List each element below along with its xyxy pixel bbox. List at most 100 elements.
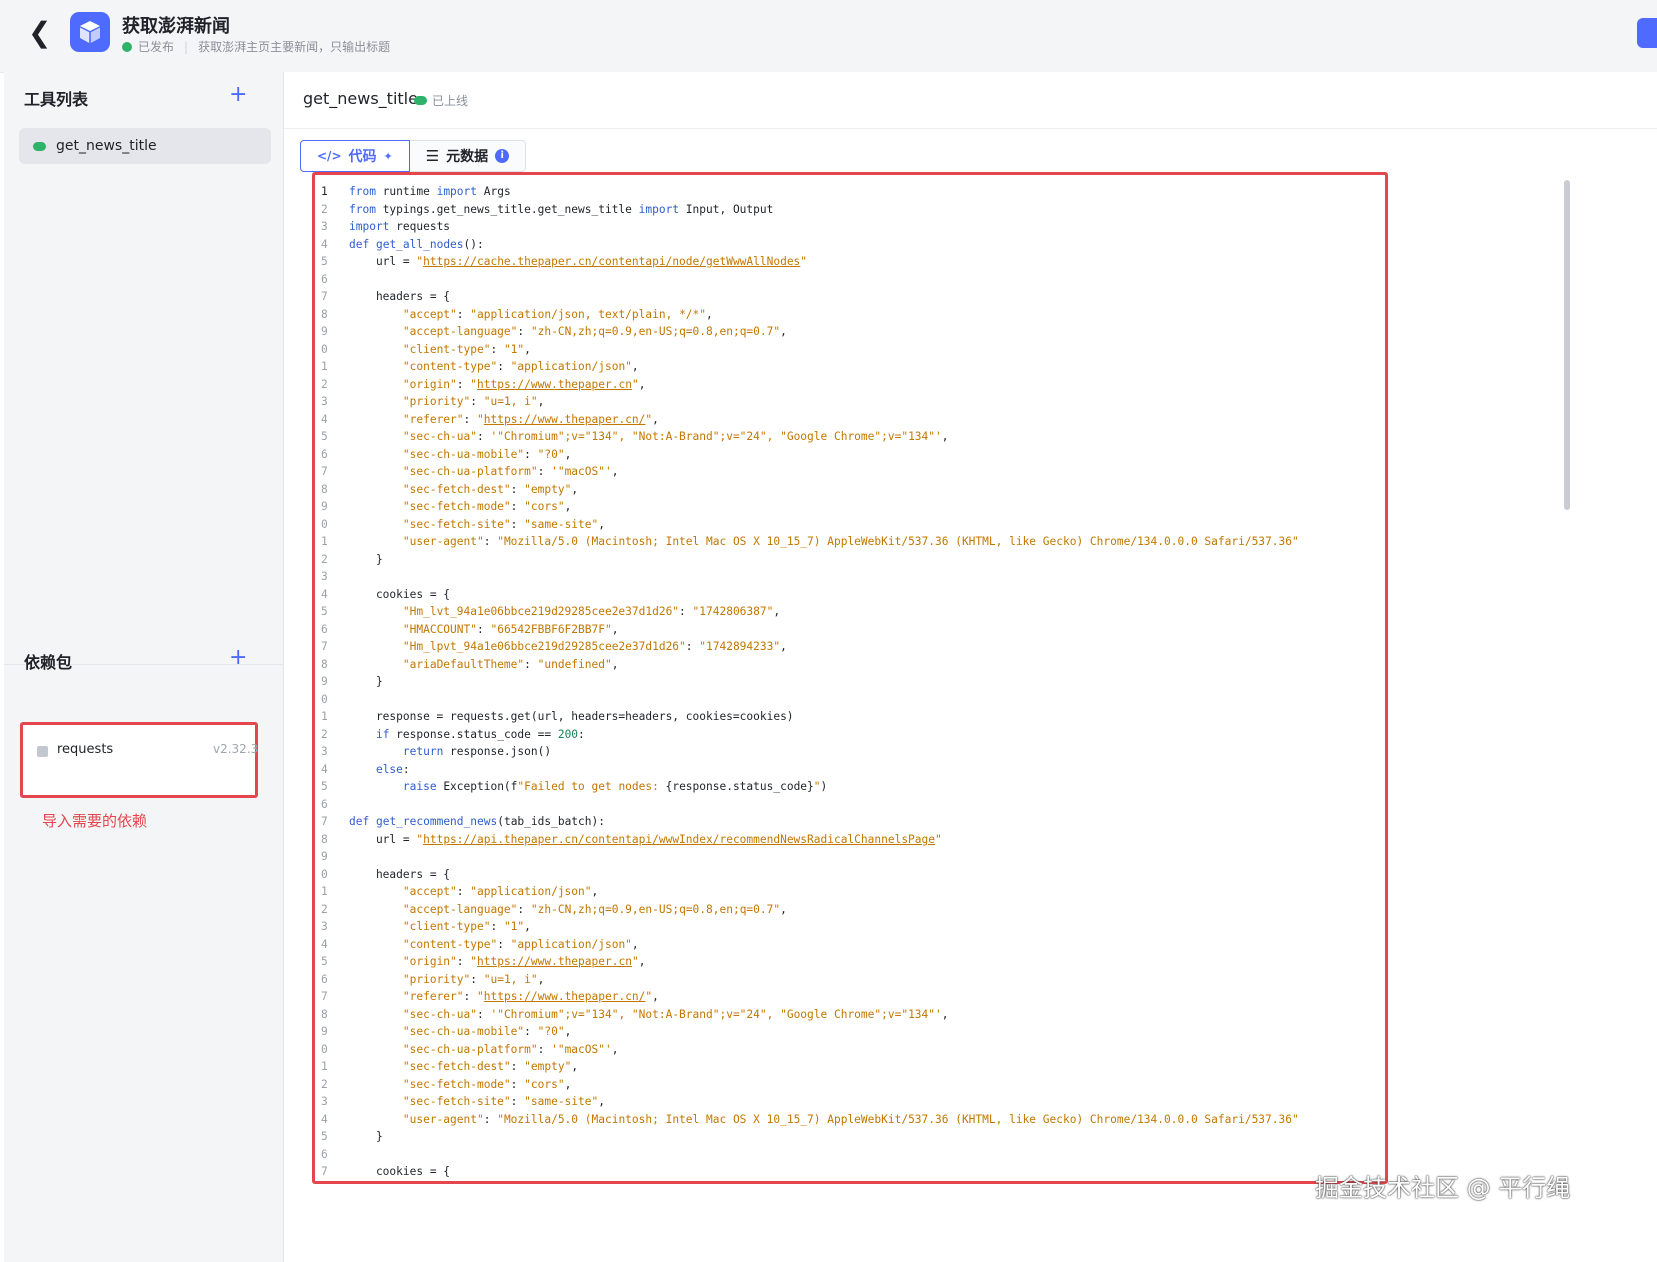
- code-string: "u=1, i": [483, 395, 538, 408]
- code-text: ,: [571, 482, 579, 496]
- tab-code[interactable]: </> 代码 ✦: [300, 140, 410, 172]
- code-line: 3 import requests: [315, 218, 1299, 236]
- code-string: ": [935, 832, 942, 846]
- code-text: :: [524, 1025, 538, 1038]
- line-number: 1: [321, 185, 328, 198]
- code-string: "sec-fetch-mode": [402, 1077, 511, 1091]
- package-icon: [37, 746, 48, 757]
- code-string: "Failed to get nodes:: [517, 780, 666, 793]
- line-content: }: [349, 673, 383, 691]
- code-text: ,: [598, 517, 605, 531]
- line-number: 3: [321, 395, 328, 408]
- code-line: 2 "origin": "https://www.thepaper.cn",: [315, 376, 1299, 394]
- line-number: 0: [321, 692, 328, 706]
- code-text: ,: [652, 412, 659, 426]
- code-string: "sec-fetch-mode": [402, 500, 511, 513]
- code-text: ,: [571, 1060, 579, 1073]
- line-number: 5: [321, 955, 328, 968]
- vertical-scrollbar[interactable]: [1564, 180, 1570, 510]
- code-string: "Mozilla/5.0 (Macintosh; Intel Mac OS X …: [497, 1112, 1299, 1126]
- code-line: 4 cookies = {: [315, 586, 1299, 604]
- code-string: ": [813, 780, 821, 793]
- tool-item-get-news-title[interactable]: get_news_title: [19, 128, 271, 164]
- code-string: "accept-language": [402, 902, 518, 916]
- code-line: 1 from runtime import Args: [315, 183, 1299, 201]
- code-text: :: [483, 535, 498, 548]
- code-string: "sec-ch-ua-platform": [402, 465, 538, 478]
- line-content: cookies = {: [349, 1163, 450, 1181]
- code-line: 2 "sec-fetch-mode": "cors",: [315, 1076, 1299, 1094]
- add-tool-plus-icon[interactable]: +: [229, 84, 247, 106]
- line-content: def get_recommend_news(tab_ids_batch):: [349, 813, 605, 831]
- code-line: 6: [315, 796, 1299, 814]
- code-line: 2 "accept-language": "zh-CN,zh;q=0.9,en-…: [315, 901, 1299, 919]
- code-string: "origin": [402, 955, 457, 968]
- code-text: :: [578, 727, 585, 741]
- code-url[interactable]: https://www.thepaper.cn: [477, 955, 632, 968]
- code-string: "1742806387": [692, 605, 774, 618]
- code-line: 2 }: [315, 551, 1299, 569]
- code-url[interactable]: https://cache.thepaper.cn/contentapi/nod…: [423, 255, 800, 268]
- line-number: 9: [321, 675, 328, 688]
- code-string: '"Chromium";v="134", "Not:A-Brand";v="24…: [490, 430, 942, 443]
- add-dependency-plus-icon[interactable]: +: [229, 647, 247, 669]
- line-content: "sec-ch-ua": '"Chromium";v="134", "Not:A…: [349, 1006, 949, 1024]
- code-string: "empty": [524, 482, 572, 496]
- online-status-label: 已上线: [432, 94, 469, 108]
- tab-metadata[interactable]: ☰ 元数据 i: [409, 140, 527, 172]
- code-editor[interactable]: 1 from runtime import Args 2 from typings.g…: [312, 172, 1388, 1184]
- line-content: "Hm_lvt_94a1e06bbce219d29285cee2e37d1d26…: [349, 1181, 780, 1185]
- line-number: 5: [321, 430, 328, 443]
- code-string: "sec-ch-ua-platform": [402, 1042, 538, 1056]
- code-keyword: raise: [402, 780, 437, 793]
- code-text: typings.get_news_title.get_news_title: [375, 202, 639, 216]
- code-text: :: [510, 1095, 525, 1108]
- code-line: 4 "user-agent": "Mozilla/5.0 (Macintosh;…: [315, 1111, 1299, 1129]
- code-text: ,: [773, 605, 781, 618]
- code-line: 1 "accept": "application/json",: [315, 883, 1299, 901]
- code-line: 5 raise Exception(f"Failed to get nodes:…: [315, 778, 1299, 796]
- code-line: 7 cookies = {: [315, 1163, 1299, 1181]
- line-content: return response.json(): [349, 743, 551, 761]
- code-url[interactable]: https://www.thepaper.cn/: [484, 413, 646, 426]
- code-text: response = requests.get(url, headers=hea…: [349, 710, 794, 723]
- code-string: ": [800, 255, 808, 268]
- code-line: 9: [315, 848, 1299, 866]
- code-string: "u=1, i": [483, 972, 538, 986]
- line-content: "user-agent": "Mozilla/5.0 (Macintosh; I…: [349, 533, 1299, 551]
- code-url[interactable]: https://api.thepaper.cn/contentapi/wwwIn…: [423, 833, 935, 846]
- code-text: cookies = {: [349, 587, 451, 601]
- code-string: "sec-fetch-dest": [402, 482, 511, 496]
- code-text: ): [820, 780, 828, 793]
- code-line: 9 }: [315, 673, 1299, 691]
- back-arrow-icon[interactable]: ❮: [28, 18, 58, 48]
- code-text: runtime: [375, 185, 437, 198]
- code-string: "sec-ch-ua": [402, 430, 477, 443]
- code-url[interactable]: https://www.thepaper.cn/: [484, 990, 646, 1003]
- code-keyword: get_all_nodes: [375, 237, 464, 251]
- code-text: :: [524, 447, 538, 461]
- code-line: 0 "sec-ch-ua-platform": '"macOS"',: [315, 1041, 1299, 1059]
- code-url[interactable]: https://www.thepaper.cn: [477, 378, 632, 391]
- code-text: response.status_code ==: [389, 727, 558, 741]
- code-string: "application/json": [470, 885, 592, 898]
- code-string: "accept": [402, 885, 457, 898]
- code-text: :: [456, 955, 471, 968]
- code-string: "Mozilla/5.0 (Macintosh; Intel Mac OS X …: [497, 535, 1299, 548]
- code-text: ,: [564, 500, 572, 513]
- code-text: :: [497, 360, 511, 373]
- dependency-item-requests[interactable]: requests v2.32.3: [20, 722, 258, 798]
- publish-button[interactable]: [1637, 18, 1657, 48]
- code-text: ,: [638, 377, 646, 391]
- code-text: ,: [773, 1183, 780, 1185]
- line-content: "sec-ch-ua": '"Chromium";v="134", "Not:A…: [349, 428, 949, 446]
- code-text: :: [476, 1007, 491, 1021]
- sidebar: 工具列表 + get_news_title 依赖包 + requests v2.…: [4, 72, 284, 1262]
